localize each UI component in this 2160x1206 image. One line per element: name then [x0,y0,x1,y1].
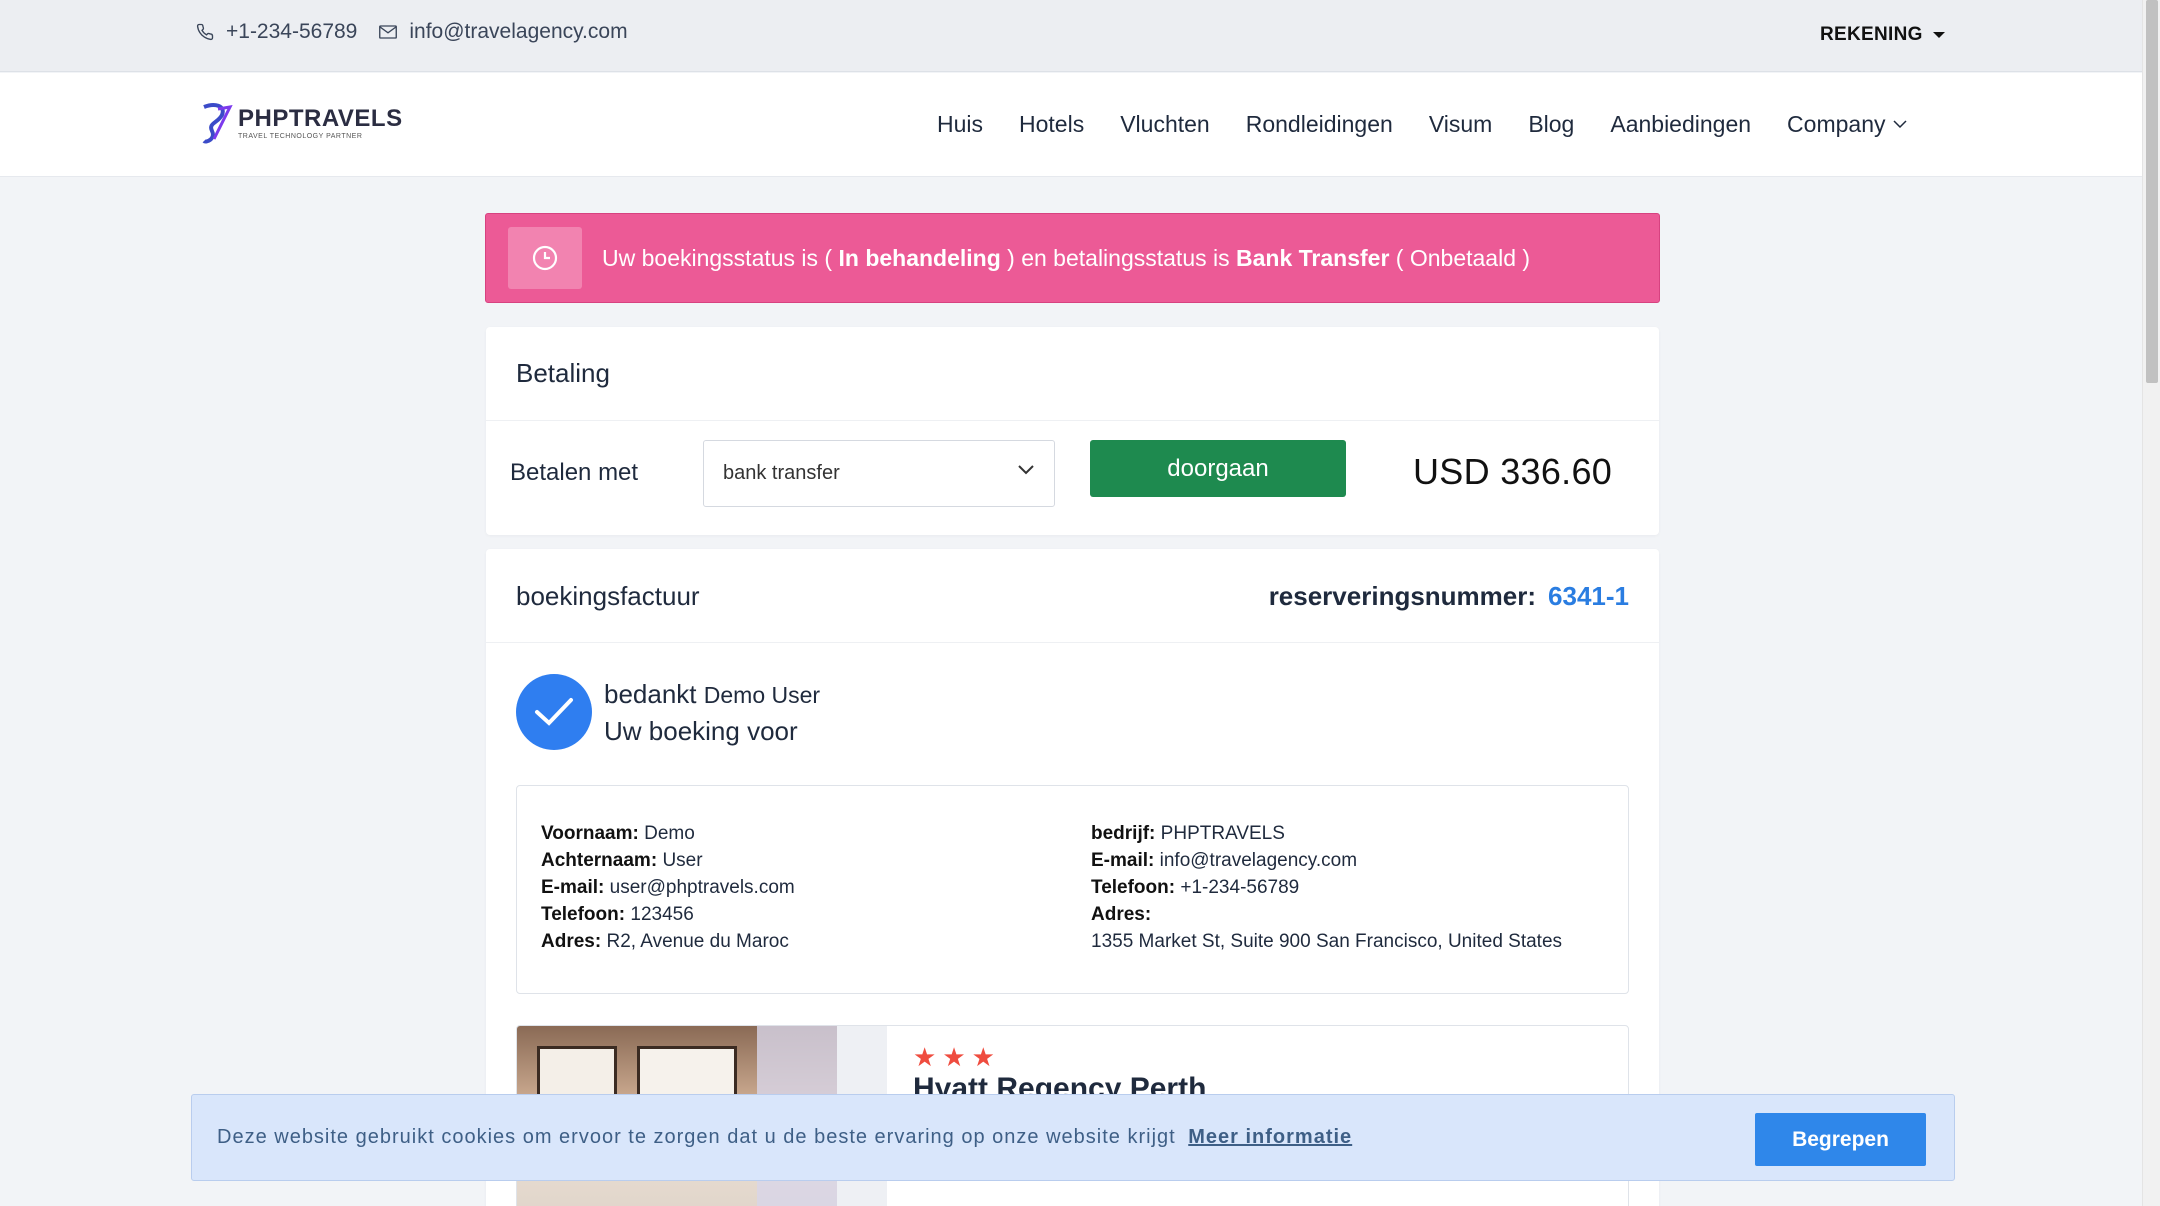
customer-phone-label: Telefoon: [541,904,626,925]
clock-icon [532,245,558,271]
alert-middle: ) en betalingsstatus is [1000,244,1236,271]
customer-email-label: E-mail: [541,877,605,898]
customer-email-row: E-mail: user@phptravels.com [541,874,795,901]
nav-link-blog[interactable]: Blog [1528,111,1574,138]
company-email-label: E-mail: [1091,850,1155,871]
booking-status-alert: Uw boekingsstatus is ( In behandeling ) … [485,213,1660,303]
alert-suffix: ( Onbetaald ) [1389,244,1531,271]
customer-address-label: Adres: [541,931,602,952]
payment-method-value: bank transfer [723,462,840,484]
account-label: REKENING [1820,24,1923,45]
company-address-value: 1355 Market St, Suite 900 San Francisco,… [1091,931,1563,952]
email-text: info@travelagency.com [409,20,628,43]
logo-tagline: TRAVEL TECHNOLOGY PARTNER [238,132,363,140]
pay-with-label: Betalen met [510,459,639,486]
more-info-link[interactable]: Meer informatie [1188,1126,1352,1148]
cookie-banner: Deze website gebruikt cookies om ervoor … [191,1094,1955,1181]
first-name-row: Voornaam: Demo [541,820,795,847]
customer-address-value: R2, Avenue du Maroc [606,931,789,952]
status-icon-box [508,227,582,289]
company-value: PHPTRAVELS [1160,823,1285,844]
nav-company-label: Company [1787,111,1886,137]
company-email-value: info@travelagency.com [1159,850,1358,871]
check-circle-icon [516,674,592,750]
last-name-value: User [662,850,703,871]
customer-address-row: Adres: R2, Avenue du Maroc [541,928,795,955]
company-email-row: E-mail: info@travelagency.com [1091,847,1562,874]
nav-link-hotels[interactable]: Hotels [1019,111,1084,138]
chevron-down-icon [1893,120,1908,129]
alert-text: Uw boekingsstatus is ( In behandeling ) … [602,245,1530,272]
cookie-message: Deze website gebruikt cookies om ervoor … [217,1126,1352,1149]
nav-link-tours[interactable]: Rondleidingen [1246,111,1393,138]
main-navbar: PHPTRAVELS TRAVEL TECHNOLOGY PARTNER Hui… [0,73,2142,177]
logo-brand: PHPTRAVELS [238,104,403,132]
top-bar: +1-234-56789 info@travelagency.com REKEN… [0,0,2142,72]
payment-title: Betaling [486,327,1659,421]
thank-you-block: bedankt Demo User Uw boeking voor [516,674,820,750]
company-phone-value: +1-234-56789 [1180,877,1300,898]
thanks-line: bedankt Demo User [604,679,820,710]
first-name-label: Voornaam: [541,823,639,844]
invoice-title: boekingsfactuur [516,581,700,611]
star-icon: ★ [942,1042,966,1072]
last-name-row: Achternaam: User [541,847,795,874]
reservation-number-block: reserveringsnummer: 6341-1 [1269,581,1629,612]
company-details: bedrijf: PHPTRAVELS E-mail: info@travela… [1091,820,1562,955]
customer-email-value: user@phptravels.com [609,877,795,898]
first-name-value: Demo [644,823,695,844]
payment-method-status: Bank Transfer [1236,244,1390,271]
logo-icon [202,103,233,144]
company-address-label: Adres: [1091,904,1152,925]
accept-cookies-button[interactable]: Begrepen [1755,1113,1926,1166]
payment-card: Betaling Betalen met bank transfer doorg… [486,327,1659,535]
phone-text: +1-234-56789 [226,20,358,43]
alert-prefix: Uw boekingsstatus is ( [602,244,839,271]
nav-link-flights[interactable]: Vluchten [1120,111,1210,138]
customer-phone-row: Telefoon: 123456 [541,901,795,928]
total-amount: USD 336.60 [1413,451,1613,492]
caret-down-icon [1932,32,1945,38]
company-row: bedrijf: PHPTRAVELS [1091,820,1562,847]
nav-link-visa[interactable]: Visum [1429,111,1493,138]
reservation-label: reserveringsnummer: [1268,581,1537,611]
chevron-down-icon [1018,465,1034,475]
nav-link-home[interactable]: Huis [937,111,983,138]
proceed-button[interactable]: doorgaan [1090,440,1346,497]
scrollbar-thumb[interactable] [2146,0,2158,383]
hotel-stars: ★ ★ ★ [913,1042,1001,1073]
company-address-label-row: Adres: [1091,901,1562,928]
phone-contact[interactable]: +1-234-56789 [196,20,357,44]
payment-row: Betalen met bank transfer doorgaan USD 3… [486,421,1659,534]
invoice-header: boekingsfactuur reserveringsnummer: 6341-… [486,549,1659,643]
mail-icon [379,25,398,39]
account-dropdown[interactable]: REKENING [1820,24,1945,46]
user-name: Demo User [703,682,821,708]
thanks-label: bedankt [604,679,697,709]
company-phone-label: Telefoon: [1091,877,1176,898]
payment-method-select[interactable]: bank transfer [703,440,1055,507]
reservation-number: 6341-1 [1548,581,1629,611]
booking-details-box: Voornaam: Demo Achternaam: User E-mail: … [516,785,1629,994]
company-label: bedrijf: [1091,823,1156,844]
last-name-label: Achternaam: [541,850,658,871]
booking-for-text: Uw boeking voor [604,716,798,746]
star-icon: ★ [913,1042,937,1072]
page-scrollbar[interactable] [2142,0,2160,1206]
contact-info: +1-234-56789 info@travelagency.com [196,20,650,44]
cookie-text: Deze website gebruikt cookies om ervoor … [217,1126,1176,1148]
star-icon: ★ [971,1042,995,1072]
email-contact[interactable]: info@travelagency.com [379,20,628,44]
customer-phone-value: 123456 [630,904,694,925]
company-phone-row: Telefoon: +1-234-56789 [1091,874,1562,901]
site-logo[interactable]: PHPTRAVELS TRAVEL TECHNOLOGY PARTNER [200,101,403,145]
phone-icon [196,23,214,41]
nav-menu: Huis Hotels Vluchten Rondleidingen Visum… [937,111,1908,138]
booking-status: In behandeling [838,244,1001,271]
nav-link-company[interactable]: Company [1787,111,1908,138]
nav-link-offers[interactable]: Aanbiedingen [1610,111,1751,138]
customer-details: Voornaam: Demo Achternaam: User E-mail: … [541,820,795,955]
